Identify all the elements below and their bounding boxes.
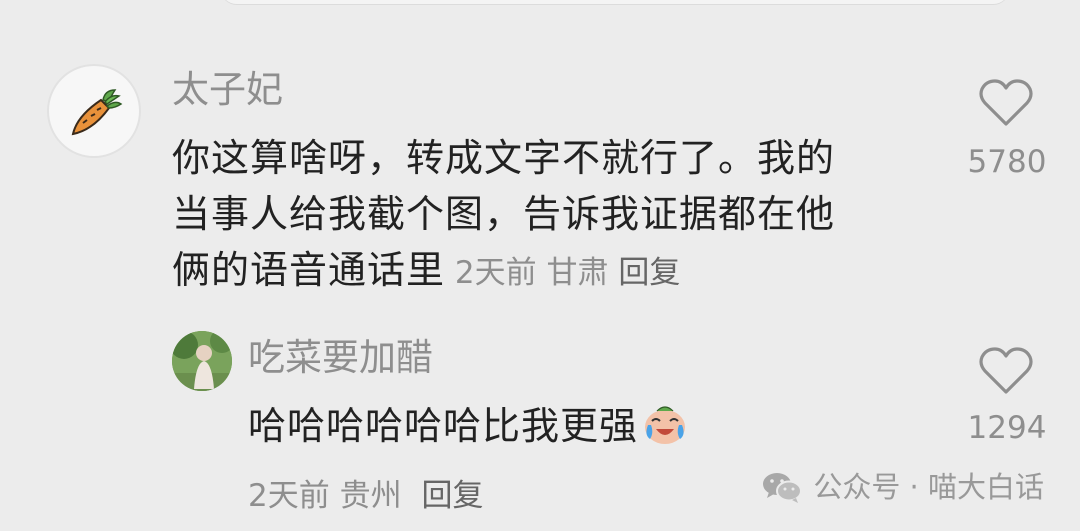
comment-body: 你这算啥呀，转成文字不就行了。我的 当事人给我截个图，告诉我证据都在他 俩的语音…	[172, 130, 932, 301]
reply-username[interactable]: 吃菜要加醋	[248, 336, 433, 380]
top-input-bar[interactable]	[220, 0, 1010, 4]
reply-button[interactable]: 回复	[618, 245, 680, 301]
reply-body: 哈哈哈哈哈哈比我更强	[248, 398, 848, 454]
watermark-text: 公众号 · 喵大白话	[813, 470, 1044, 504]
comment-text-line: 当事人给我截个图，告诉我证据都在他	[172, 192, 836, 236]
reply-time: 2天前	[248, 478, 330, 514]
comment-time: 2天前	[454, 255, 537, 291]
wechat-icon	[763, 473, 803, 503]
carrot-icon	[71, 89, 123, 136]
user-avatar[interactable]	[47, 64, 141, 158]
comment-username[interactable]: 太子妃	[172, 68, 283, 112]
like-count: 1294	[967, 410, 1047, 446]
comment-text-line: 你这算啥呀，转成文字不就行了。我的	[172, 136, 836, 180]
like-count: 5780	[967, 144, 1047, 180]
comment-location: 甘肃	[546, 255, 609, 291]
crying-laughing-emoji	[645, 406, 686, 444]
comment-meta: 2天前 甘肃 回复	[445, 255, 680, 291]
reply-location: 贵州	[339, 478, 402, 514]
reply-meta: 2天前 贵州 回复	[248, 470, 483, 515]
reply-button[interactable]: 回复	[421, 470, 483, 515]
person-photo-avatar	[172, 331, 232, 391]
heart-icon[interactable]	[978, 346, 1034, 396]
reply-text: 哈哈哈哈哈哈比我更强	[248, 404, 639, 448]
watermark: 公众号 · 喵大白话	[761, 469, 1044, 505]
comment-text-line: 俩的语音通话里 2天前 甘肃 回复	[172, 242, 932, 301]
comment-text-line-end: 俩的语音通话里	[172, 248, 446, 292]
heart-icon[interactable]	[978, 78, 1034, 128]
comment-thread: 太子妃 你这算啥呀，转成文字不就行了。我的 当事人给我截个图，告诉我证据都在他 …	[0, 0, 1080, 531]
user-avatar[interactable]	[172, 331, 232, 391]
